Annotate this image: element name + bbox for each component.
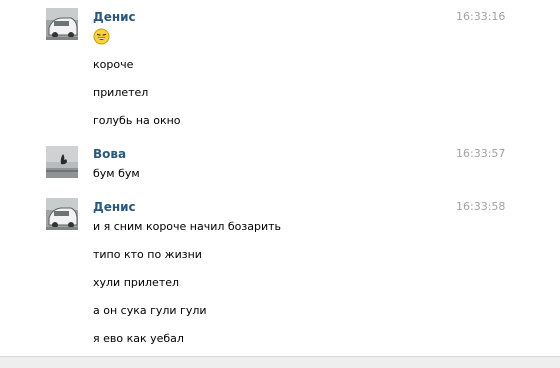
car-photo-icon[interactable]	[46, 8, 78, 40]
message-line: голубь на окно	[93, 114, 181, 127]
message-line: типо кто по жизни	[93, 248, 202, 261]
message-author[interactable]: Вова	[93, 147, 126, 161]
message-line: прилетел	[93, 86, 149, 99]
message-time: 16:33:57	[456, 147, 506, 160]
bottom-bar	[0, 356, 560, 368]
message-time: 16:33:58	[456, 200, 506, 213]
gray-photo-icon[interactable]	[46, 146, 78, 178]
message-line: и я сним короче начил бозарить	[93, 220, 282, 233]
message-line: а он сука гули гули	[93, 304, 207, 317]
car-photo-icon[interactable]	[46, 198, 78, 230]
message-author[interactable]: Денис	[93, 200, 136, 214]
message-line: хули прилетел	[93, 276, 180, 289]
message-line: я ево как уебал	[93, 332, 184, 345]
laughing-emoji-icon	[93, 28, 110, 45]
message-author[interactable]: Денис	[93, 10, 136, 24]
message-time: 16:33:16	[456, 10, 506, 23]
message-line: бум бум	[93, 167, 140, 180]
message-line: короче	[93, 58, 134, 71]
chat-history: Денис 16:33:16 короче прилетел голубь на…	[0, 0, 560, 368]
